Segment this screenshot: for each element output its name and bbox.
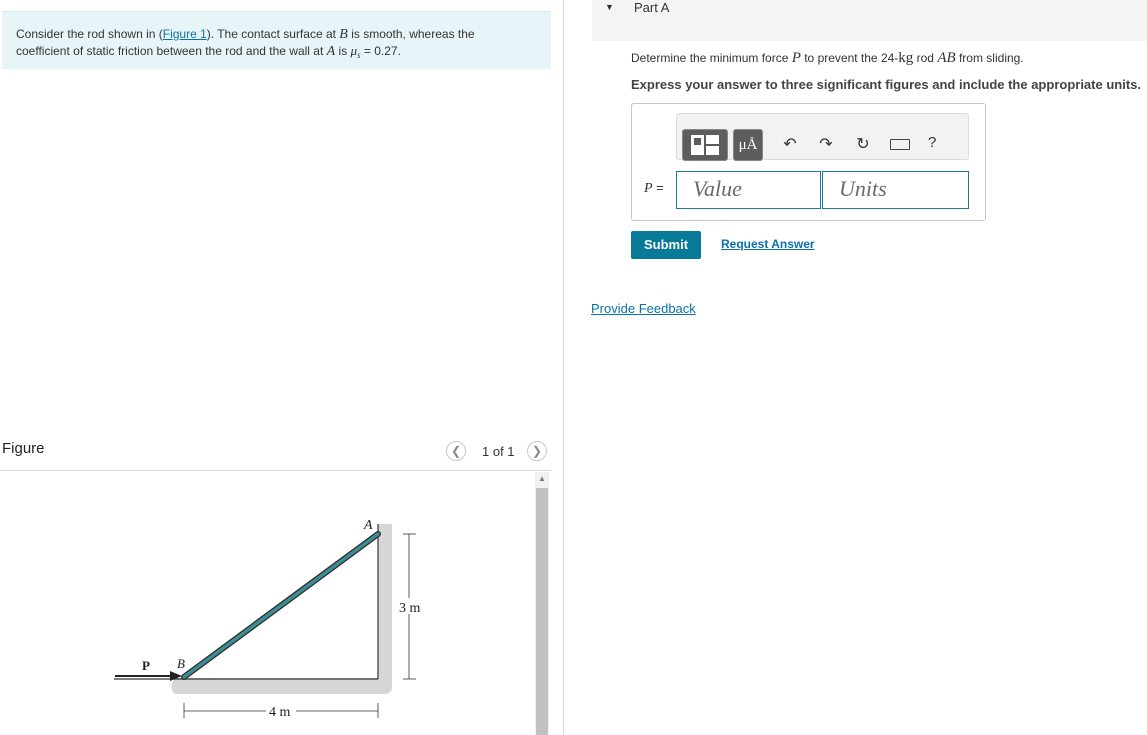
- label-a: A: [363, 518, 373, 533]
- question-segment: Determine the minimum force: [631, 51, 792, 65]
- answer-instruction: Express your answer to three significant…: [631, 77, 1141, 92]
- scroll-up-icon[interactable]: ▲: [535, 474, 549, 486]
- intro-text: is smooth, whereas the: [347, 27, 475, 41]
- redo-icon[interactable]: ↷: [817, 136, 835, 154]
- figure-title: Figure: [2, 440, 45, 457]
- var-p: P: [791, 50, 801, 66]
- answer-label: P =: [644, 180, 664, 197]
- part-title: Part A: [634, 0, 670, 15]
- answer-box: μÅ ↶ ↷ ↻ ? P = Value Units: [631, 103, 986, 221]
- var-b: B: [339, 27, 348, 42]
- figure-pager: 1 of 1: [482, 444, 515, 459]
- var-ab: AB: [937, 50, 956, 66]
- label-height: 3 m: [399, 601, 421, 616]
- question-segment: rod: [913, 51, 938, 65]
- submit-button[interactable]: Submit: [631, 231, 701, 259]
- scroll-thumb[interactable]: [536, 488, 548, 735]
- part-header[interactable]: ▼ Part A: [592, 0, 1147, 41]
- undo-icon[interactable]: ↶: [781, 136, 799, 154]
- intro-text: = 0.27.: [360, 44, 401, 58]
- figure-scrollbar[interactable]: ▲: [535, 472, 549, 735]
- help-icon[interactable]: ?: [928, 134, 936, 151]
- label-width: 4 m: [269, 705, 291, 720]
- figure-header: Figure ❮ 1 of 1 ❯: [0, 430, 551, 471]
- rod-ab-fill: [182, 532, 380, 679]
- question-text: Determine the minimum force P to prevent…: [631, 50, 1024, 67]
- intro-text: coefficient of static friction between t…: [16, 44, 327, 58]
- intro-text: Consider the rod shown in (: [16, 27, 163, 41]
- problem-statement: Consider the rod shown in (Figure 1). Th…: [2, 11, 551, 69]
- keyboard-icon[interactable]: [890, 139, 910, 150]
- chevron-right-icon[interactable]: ❯: [527, 441, 547, 461]
- label-p: P: [142, 658, 150, 673]
- figure-link[interactable]: Figure 1: [163, 27, 207, 41]
- provide-feedback-link[interactable]: Provide Feedback: [591, 301, 696, 316]
- units-input[interactable]: Units: [822, 171, 969, 209]
- rod-diagram: A B P 3 m 4 m: [114, 518, 423, 720]
- request-answer-link[interactable]: Request Answer: [721, 237, 815, 251]
- caret-down-icon[interactable]: ▼: [605, 2, 614, 12]
- value-input[interactable]: Value: [676, 171, 821, 209]
- label-b: B: [177, 656, 185, 671]
- equals-sign: =: [652, 180, 664, 195]
- question-segment: from sliding.: [955, 51, 1024, 65]
- reset-icon[interactable]: ↻: [854, 136, 872, 154]
- ground-surface: [171, 678, 392, 694]
- math-toolbar: μÅ ↶ ↷ ↻ ?: [676, 113, 969, 161]
- intro-text: is: [335, 44, 351, 58]
- question-segment: to prevent the 24-: [800, 51, 899, 65]
- templates-icon[interactable]: [682, 129, 728, 161]
- var-a: A: [326, 44, 336, 59]
- unit-kg: kg: [898, 50, 914, 66]
- wall-surface: [378, 524, 392, 694]
- panel-divider: [563, 0, 564, 735]
- chevron-left-icon[interactable]: ❮: [446, 441, 466, 461]
- units-icon[interactable]: μÅ: [733, 129, 763, 161]
- var-p: P: [644, 181, 653, 196]
- intro-text: ). The contact surface at: [206, 27, 340, 41]
